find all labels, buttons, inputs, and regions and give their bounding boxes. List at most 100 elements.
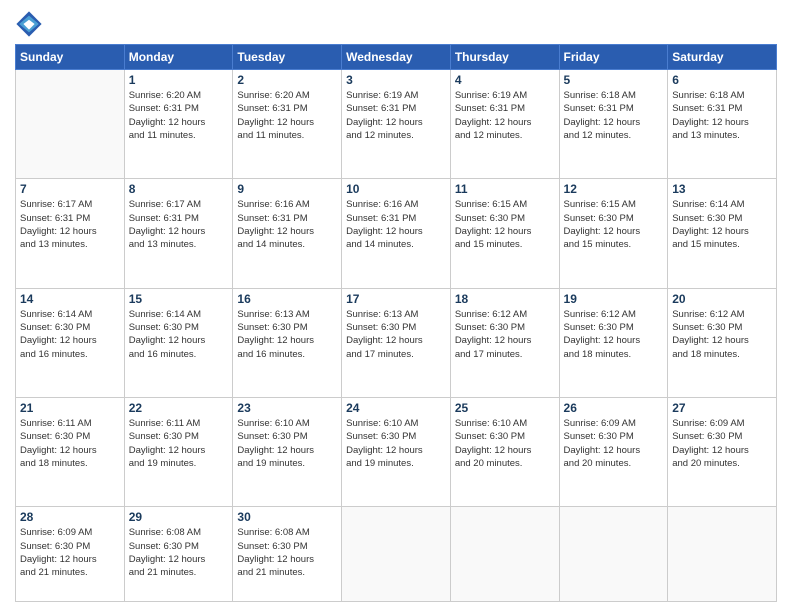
calendar-cell: 27 Sunrise: 6:09 AM Sunset: 6:30 PM Dayli… [668, 397, 777, 506]
calendar-cell: 14 Sunrise: 6:14 AM Sunset: 6:30 PM Dayli… [16, 288, 125, 397]
day-number: 12 [564, 182, 664, 196]
calendar-cell [559, 507, 668, 602]
day-info: Sunrise: 6:18 AM Sunset: 6:31 PM Dayligh… [564, 89, 664, 142]
day-info: Sunrise: 6:09 AM Sunset: 6:30 PM Dayligh… [20, 526, 120, 579]
calendar-week-1: 1 Sunrise: 6:20 AM Sunset: 6:31 PM Daylig… [16, 70, 777, 179]
weekday-header-wednesday: Wednesday [342, 45, 451, 70]
day-info: Sunrise: 6:12 AM Sunset: 6:30 PM Dayligh… [455, 308, 555, 361]
day-info: Sunrise: 6:15 AM Sunset: 6:30 PM Dayligh… [564, 198, 664, 251]
day-number: 9 [237, 182, 337, 196]
day-number: 5 [564, 73, 664, 87]
day-info: Sunrise: 6:13 AM Sunset: 6:30 PM Dayligh… [346, 308, 446, 361]
calendar-week-2: 7 Sunrise: 6:17 AM Sunset: 6:31 PM Daylig… [16, 179, 777, 288]
calendar-cell: 5 Sunrise: 6:18 AM Sunset: 6:31 PM Daylig… [559, 70, 668, 179]
calendar-cell: 4 Sunrise: 6:19 AM Sunset: 6:31 PM Daylig… [450, 70, 559, 179]
calendar-cell: 21 Sunrise: 6:11 AM Sunset: 6:30 PM Dayli… [16, 397, 125, 506]
day-info: Sunrise: 6:10 AM Sunset: 6:30 PM Dayligh… [455, 417, 555, 470]
calendar-cell [342, 507, 451, 602]
logo [15, 10, 45, 38]
day-info: Sunrise: 6:14 AM Sunset: 6:30 PM Dayligh… [20, 308, 120, 361]
day-number: 20 [672, 292, 772, 306]
calendar-cell: 30 Sunrise: 6:08 AM Sunset: 6:30 PM Dayli… [233, 507, 342, 602]
weekday-header-sunday: Sunday [16, 45, 125, 70]
calendar-table: SundayMondayTuesdayWednesdayThursdayFrid… [15, 44, 777, 602]
weekday-header-tuesday: Tuesday [233, 45, 342, 70]
calendar-cell: 20Sunrise: 6:12 AM Sunset: 6:30 PM Dayli… [668, 288, 777, 397]
day-number: 4 [455, 73, 555, 87]
day-number: 15 [129, 292, 229, 306]
day-number: 21 [20, 401, 120, 415]
day-info: Sunrise: 6:17 AM Sunset: 6:31 PM Dayligh… [129, 198, 229, 251]
day-number: 17 [346, 292, 446, 306]
weekday-header-monday: Monday [124, 45, 233, 70]
day-number: 27 [672, 401, 772, 415]
calendar-cell [16, 70, 125, 179]
calendar-cell: 13 Sunrise: 6:14 AM Sunset: 6:30 PM Dayli… [668, 179, 777, 288]
day-number: 8 [129, 182, 229, 196]
day-info: Sunrise: 6:14 AM Sunset: 6:30 PM Dayligh… [129, 308, 229, 361]
calendar-cell: 19 Sunrise: 6:12 AM Sunset: 6:30 PM Dayli… [559, 288, 668, 397]
calendar-cell [450, 507, 559, 602]
weekday-header-thursday: Thursday [450, 45, 559, 70]
calendar-cell: 15 Sunrise: 6:14 AM Sunset: 6:30 PM Dayli… [124, 288, 233, 397]
day-number: 28 [20, 510, 120, 524]
calendar-cell: 12 Sunrise: 6:15 AM Sunset: 6:30 PM Dayli… [559, 179, 668, 288]
day-number: 6 [672, 73, 772, 87]
logo-icon [15, 10, 43, 38]
day-number: 1 [129, 73, 229, 87]
day-info: Sunrise: 6:12 AM Sunset: 6:30 PM Dayligh… [564, 308, 664, 361]
day-info: Sunrise: 6:19 AM Sunset: 6:31 PM Dayligh… [346, 89, 446, 142]
weekday-header-saturday: Saturday [668, 45, 777, 70]
calendar-cell: 23Sunrise: 6:10 AM Sunset: 6:30 PM Dayli… [233, 397, 342, 506]
calendar-week-5: 28 Sunrise: 6:09 AM Sunset: 6:30 PM Dayli… [16, 507, 777, 602]
calendar-cell: 29 Sunrise: 6:08 AM Sunset: 6:30 PM Dayli… [124, 507, 233, 602]
day-info: Sunrise: 6:17 AM Sunset: 6:31 PM Dayligh… [20, 198, 120, 251]
calendar-cell: 25 Sunrise: 6:10 AM Sunset: 6:30 PM Dayli… [450, 397, 559, 506]
calendar-cell: 3 Sunrise: 6:19 AM Sunset: 6:31 PM Daylig… [342, 70, 451, 179]
day-info: Sunrise: 6:20 AM Sunset: 6:31 PM Dayligh… [129, 89, 229, 142]
calendar-cell: 10Sunrise: 6:16 AM Sunset: 6:31 PM Dayli… [342, 179, 451, 288]
calendar-cell: 22Sunrise: 6:11 AM Sunset: 6:30 PM Dayli… [124, 397, 233, 506]
day-info: Sunrise: 6:16 AM Sunset: 6:31 PM Dayligh… [237, 198, 337, 251]
weekday-header-row: SundayMondayTuesdayWednesdayThursdayFrid… [16, 45, 777, 70]
day-info: Sunrise: 6:14 AM Sunset: 6:30 PM Dayligh… [672, 198, 772, 251]
day-number: 26 [564, 401, 664, 415]
day-info: Sunrise: 6:11 AM Sunset: 6:30 PM Dayligh… [129, 417, 229, 470]
calendar-cell: 28 Sunrise: 6:09 AM Sunset: 6:30 PM Dayli… [16, 507, 125, 602]
day-info: Sunrise: 6:11 AM Sunset: 6:30 PM Dayligh… [20, 417, 120, 470]
header [15, 10, 777, 38]
calendar-cell: 2 Sunrise: 6:20 AM Sunset: 6:31 PM Daylig… [233, 70, 342, 179]
day-number: 16 [237, 292, 337, 306]
day-info: Sunrise: 6:13 AM Sunset: 6:30 PM Dayligh… [237, 308, 337, 361]
calendar-cell: 1 Sunrise: 6:20 AM Sunset: 6:31 PM Daylig… [124, 70, 233, 179]
day-info: Sunrise: 6:20 AM Sunset: 6:31 PM Dayligh… [237, 89, 337, 142]
day-number: 3 [346, 73, 446, 87]
calendar-cell: 26Sunrise: 6:09 AM Sunset: 6:30 PM Dayli… [559, 397, 668, 506]
day-number: 24 [346, 401, 446, 415]
day-number: 25 [455, 401, 555, 415]
day-number: 23 [237, 401, 337, 415]
day-info: Sunrise: 6:18 AM Sunset: 6:31 PM Dayligh… [672, 89, 772, 142]
day-number: 2 [237, 73, 337, 87]
day-number: 30 [237, 510, 337, 524]
calendar-cell: 18 Sunrise: 6:12 AM Sunset: 6:30 PM Dayli… [450, 288, 559, 397]
weekday-header-friday: Friday [559, 45, 668, 70]
calendar-body: 1 Sunrise: 6:20 AM Sunset: 6:31 PM Daylig… [16, 70, 777, 602]
day-number: 29 [129, 510, 229, 524]
day-number: 18 [455, 292, 555, 306]
day-info: Sunrise: 6:09 AM Sunset: 6:30 PM Dayligh… [672, 417, 772, 470]
day-info: Sunrise: 6:08 AM Sunset: 6:30 PM Dayligh… [237, 526, 337, 579]
day-number: 19 [564, 292, 664, 306]
calendar-cell [668, 507, 777, 602]
calendar-week-3: 14 Sunrise: 6:14 AM Sunset: 6:30 PM Dayli… [16, 288, 777, 397]
day-number: 11 [455, 182, 555, 196]
day-info: Sunrise: 6:19 AM Sunset: 6:31 PM Dayligh… [455, 89, 555, 142]
day-number: 7 [20, 182, 120, 196]
calendar-cell: 17 Sunrise: 6:13 AM Sunset: 6:30 PM Dayli… [342, 288, 451, 397]
day-number: 14 [20, 292, 120, 306]
calendar-week-4: 21 Sunrise: 6:11 AM Sunset: 6:30 PM Dayli… [16, 397, 777, 506]
calendar-cell: 24Sunrise: 6:10 AM Sunset: 6:30 PM Dayli… [342, 397, 451, 506]
day-number: 13 [672, 182, 772, 196]
calendar-cell: 9 Sunrise: 6:16 AM Sunset: 6:31 PM Daylig… [233, 179, 342, 288]
day-info: Sunrise: 6:08 AM Sunset: 6:30 PM Dayligh… [129, 526, 229, 579]
